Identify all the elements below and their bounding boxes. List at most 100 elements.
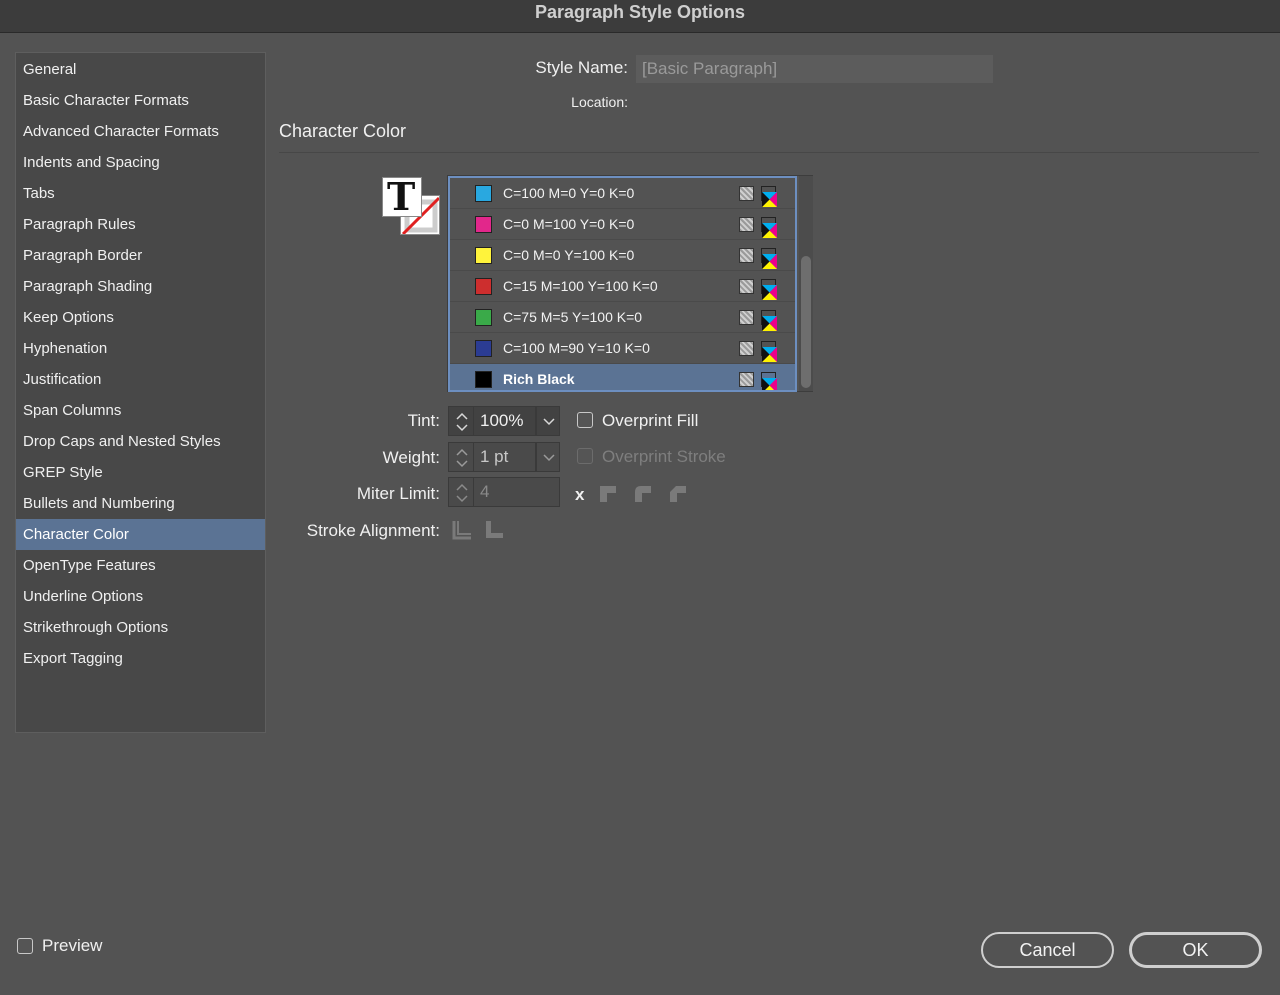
- cmyk-mode-icon: [761, 341, 777, 362]
- swatch-color-chip: [475, 309, 492, 326]
- sidebar-item-bullets-and-numbering[interactable]: Bullets and Numbering: [16, 488, 265, 519]
- fill-text-glyph: T: [387, 174, 416, 219]
- sidebar-item-basic-character-formats[interactable]: Basic Character Formats: [16, 85, 265, 116]
- swatch-row[interactable]: C=0 M=0 Y=100 K=0: [450, 240, 795, 271]
- preview-label: Preview: [42, 936, 103, 955]
- cmyk-mode-icon: [761, 279, 777, 300]
- miter-x-label: x: [575, 485, 585, 504]
- align-stroke-inside-icon[interactable]: [483, 519, 505, 541]
- swatch-row[interactable]: C=0 M=100 Y=0 K=0: [450, 209, 795, 240]
- sidebar-item-opentype-features[interactable]: OpenType Features: [16, 550, 265, 581]
- process-color-icon: [739, 248, 754, 263]
- overprint-fill-label: Overprint Fill: [602, 411, 699, 430]
- cmyk-mode-icon: [761, 186, 777, 207]
- fill-swatch-icon[interactable]: T: [382, 174, 422, 219]
- align-stroke-center-icon[interactable]: [451, 519, 473, 541]
- swatch-row[interactable]: Rich Black: [450, 364, 795, 390]
- preview-checkbox[interactable]: [17, 938, 33, 954]
- swatch-name: C=0 M=0 Y=100 K=0: [503, 247, 635, 263]
- swatch-name: C=100 M=0 Y=0 K=0: [503, 185, 635, 201]
- section-divider: [279, 152, 1259, 153]
- chevron-down-icon: [543, 418, 555, 426]
- process-color-icon: [739, 310, 754, 325]
- swatch-row[interactable]: C=100 M=0 Y=0 K=0: [450, 178, 795, 209]
- swatch-row[interactable]: C=100 M=90 Y=10 K=0: [450, 333, 795, 364]
- swatch-name: C=75 M=5 Y=100 K=0: [503, 309, 643, 325]
- swatch-color-chip: [475, 278, 492, 295]
- overprint-stroke-label: Overprint Stroke: [602, 447, 726, 466]
- process-color-icon: [739, 217, 754, 232]
- dialog-title: Paragraph Style Options: [0, 0, 1280, 33]
- stroke-alignment-label: Stroke Alignment:: [306, 521, 440, 540]
- swatch-name: Rich Black: [503, 371, 575, 387]
- sidebar-item-paragraph-rules[interactable]: Paragraph Rules: [16, 209, 265, 240]
- tint-dropdown-button[interactable]: [536, 406, 560, 436]
- sidebar-item-export-tagging[interactable]: Export Tagging: [16, 643, 265, 674]
- sidebar-item-keep-options[interactable]: Keep Options: [16, 302, 265, 333]
- sidebar-item-justification[interactable]: Justification: [16, 364, 265, 395]
- swatch-color-chip: [475, 216, 492, 233]
- process-color-icon: [739, 341, 754, 356]
- swatch-list[interactable]: C=100 M=0 Y=0 K=0 C=0 M=100 Y=0 K=0 C=0 M=…: [447, 175, 813, 392]
- sidebar-item-advanced-character-formats[interactable]: Advanced Character Formats: [16, 116, 265, 147]
- style-name-label: Style Name:: [535, 58, 628, 77]
- tint-stepper[interactable]: [448, 406, 474, 436]
- process-color-icon: [739, 372, 754, 387]
- swatch-name: C=100 M=90 Y=10 K=0: [503, 340, 650, 356]
- miter-limit-stepper[interactable]: [448, 477, 474, 507]
- style-name-input[interactable]: [636, 55, 993, 83]
- cmyk-mode-icon: [761, 372, 777, 390]
- cancel-button[interactable]: Cancel: [981, 932, 1114, 968]
- sidebar-item-indents-and-spacing[interactable]: Indents and Spacing: [16, 147, 265, 178]
- swatch-color-chip: [475, 371, 492, 388]
- cmyk-mode-icon: [761, 217, 777, 238]
- swatch-scrollbar[interactable]: [799, 176, 813, 391]
- weight-stepper[interactable]: [448, 442, 474, 472]
- round-join-icon[interactable]: [633, 484, 653, 504]
- sidebar-list: General Basic Character Formats Advanced C…: [16, 53, 265, 674]
- sidebar-item-tabs[interactable]: Tabs: [16, 178, 265, 209]
- sidebar-item-paragraph-shading[interactable]: Paragraph Shading: [16, 271, 265, 302]
- swatch-color-chip: [475, 247, 492, 264]
- sidebar-item-span-columns[interactable]: Span Columns: [16, 395, 265, 426]
- swatch-scrollbar-thumb[interactable]: [801, 256, 811, 388]
- sidebar-item-character-color[interactable]: Character Color: [16, 519, 265, 550]
- swatch-name: C=15 M=100 Y=100 K=0: [503, 278, 658, 294]
- swatch-color-chip: [475, 340, 492, 357]
- category-sidebar: General Basic Character Formats Advanced C…: [15, 52, 266, 733]
- process-color-icon: [739, 186, 754, 201]
- fill-stroke-selector: T: [380, 174, 442, 235]
- process-color-icon: [739, 279, 754, 294]
- weight-label: Weight:: [382, 448, 440, 467]
- ok-button[interactable]: OK: [1129, 932, 1262, 968]
- cmyk-mode-icon: [761, 248, 777, 269]
- swatch-row[interactable]: C=15 M=100 Y=100 K=0: [450, 271, 795, 302]
- stepper-arrows-icon: [456, 448, 468, 468]
- sidebar-item-paragraph-border[interactable]: Paragraph Border: [16, 240, 265, 271]
- miter-join-icon[interactable]: [598, 484, 618, 504]
- sidebar-item-general[interactable]: General: [16, 54, 265, 85]
- tint-input[interactable]: 100%: [473, 406, 536, 436]
- sidebar-item-underline-options[interactable]: Underline Options: [16, 581, 265, 612]
- location-label: Location:: [571, 94, 628, 110]
- cmyk-mode-icon: [761, 310, 777, 331]
- stepper-arrows-icon: [456, 483, 468, 503]
- tint-label: Tint:: [407, 411, 440, 430]
- swatch-row[interactable]: C=75 M=5 Y=100 K=0: [450, 302, 795, 333]
- chevron-down-icon: [543, 454, 555, 462]
- sidebar-item-hyphenation[interactable]: Hyphenation: [16, 333, 265, 364]
- section-title: Character Color: [279, 121, 407, 141]
- overprint-stroke-checkbox[interactable]: [577, 448, 593, 464]
- swatch-list-rows: C=100 M=0 Y=0 K=0 C=0 M=100 Y=0 K=0 C=0 M=…: [448, 176, 797, 392]
- bevel-join-icon[interactable]: [668, 484, 688, 504]
- swatch-name: C=0 M=100 Y=0 K=0: [503, 216, 635, 232]
- weight-dropdown-button[interactable]: [536, 442, 560, 472]
- overprint-fill-checkbox[interactable]: [577, 412, 593, 428]
- swatch-color-chip: [475, 185, 492, 202]
- sidebar-item-grep-style[interactable]: GREP Style: [16, 457, 265, 488]
- sidebar-item-strikethrough-options[interactable]: Strikethrough Options: [16, 612, 265, 643]
- stepper-arrows-icon: [456, 412, 468, 432]
- weight-input[interactable]: 1 pt: [473, 442, 536, 472]
- sidebar-item-drop-caps-and-nested-styles[interactable]: Drop Caps and Nested Styles: [16, 426, 265, 457]
- miter-limit-input[interactable]: 4: [473, 477, 560, 507]
